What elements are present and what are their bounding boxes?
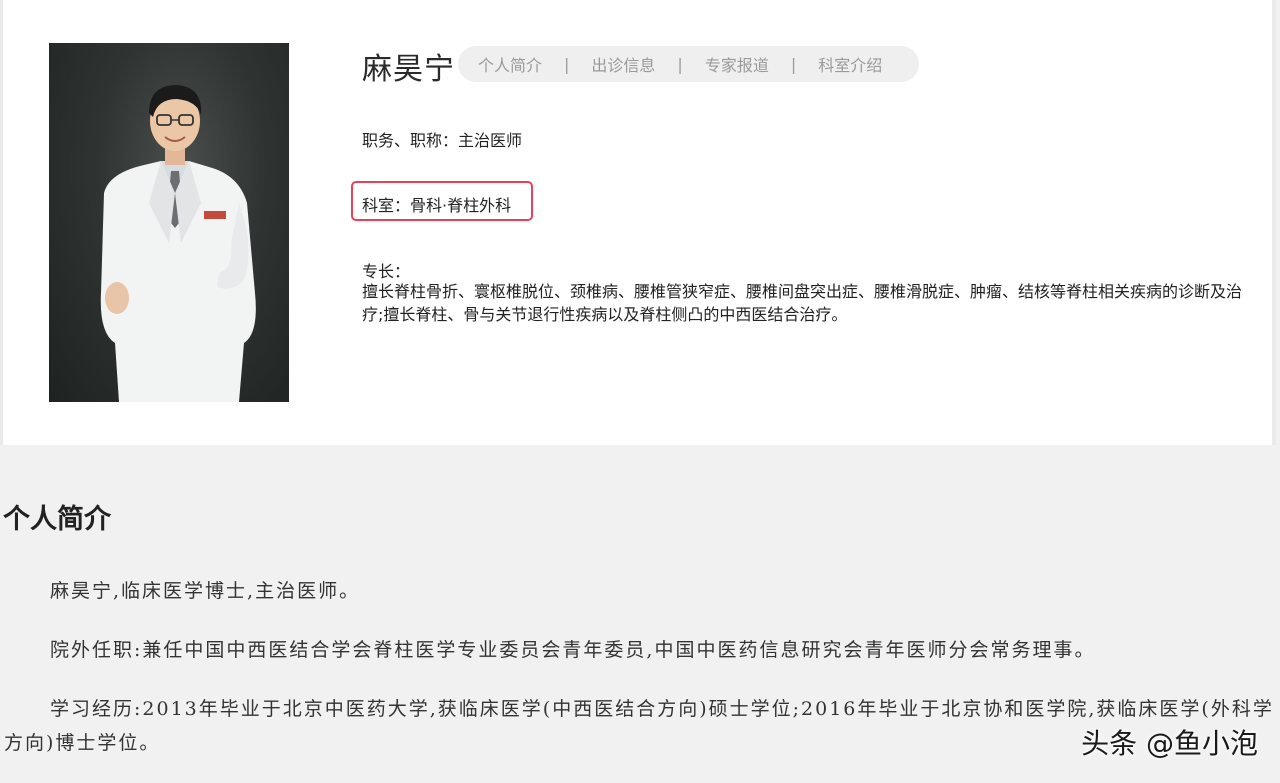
doctor-photo: [49, 43, 289, 402]
nav-separator: |: [677, 54, 683, 74]
doctor-name: 麻昊宁: [362, 52, 455, 87]
bio-paragraph: 院外任职:兼任中国中西医结合学会脊柱医学专业委员会青年委员,中国中医药信息研究会…: [50, 639, 1096, 661]
nav-separator: |: [790, 54, 797, 74]
profile-nav: 个人简介 | 出诊信息 | 专家报道 | 科室介绍: [458, 46, 919, 82]
nav-separator: |: [564, 54, 570, 74]
bio-paragraph: 麻昊宁,临床医学博士,主治医师。: [50, 580, 361, 602]
watermark: 头条 @鱼小泡: [1081, 727, 1258, 760]
doctor-department: 科室：骨科·脊柱外科: [362, 196, 512, 215]
doctor-profile-card: 麻昊宁 个人简介 | 出诊信息 | 专家报道 | 科室介绍 职务、职称：主治医师…: [0, 0, 1276, 445]
doctor-position: 职务、职称：主治医师: [362, 131, 523, 150]
bio-heading: 个人简介: [3, 504, 111, 535]
tab-profile[interactable]: 个人简介: [478, 52, 542, 76]
specialty-label: 专长：: [362, 262, 411, 281]
tab-clinic-schedule[interactable]: 出诊信息: [591, 52, 655, 76]
tab-department-intro[interactable]: 科室介绍: [818, 52, 882, 76]
doctor-portrait-image: [100, 85, 256, 402]
specialty-text: 擅长脊柱骨折、寰枢椎脱位、颈椎病、腰椎管狭窄症、腰椎间盘突出症、腰椎滑脱症、肿瘤…: [362, 282, 1243, 324]
tab-expert-reports[interactable]: 专家报道: [705, 52, 769, 76]
